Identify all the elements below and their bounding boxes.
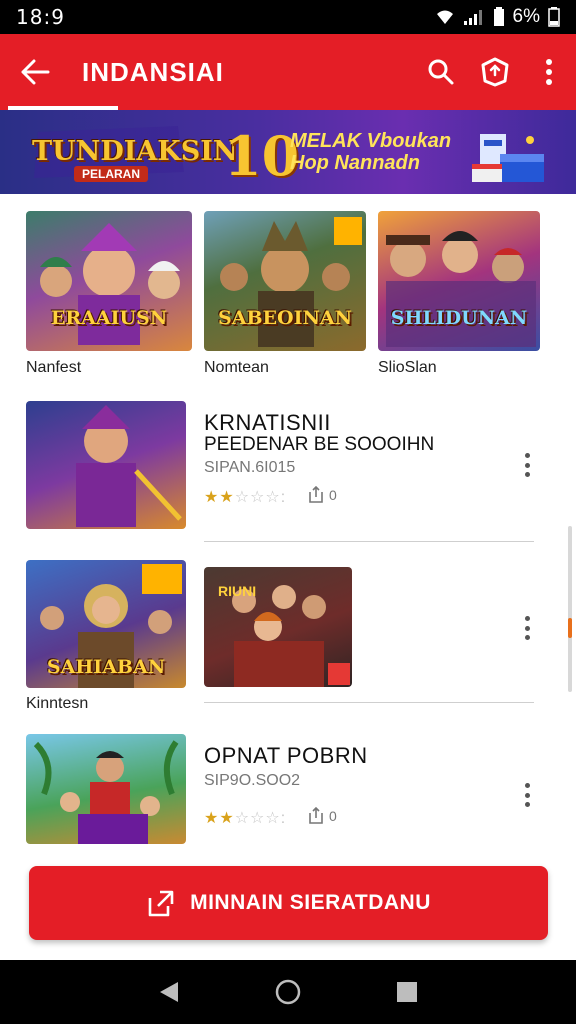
list-item-subtitle: PEEDENAR BE SOOOIHN [204,434,435,455]
system-nav-bar [0,960,576,1024]
share-count-label: 0 [329,487,337,503]
primary-cta-button[interactable]: MINNAIN SIERATDANU [29,866,548,940]
shield-icon [481,57,509,87]
share-count-label: 0 [329,808,337,824]
gift-box-icon [472,134,544,182]
signal-icon [463,10,482,25]
search-button[interactable] [414,42,468,102]
nav-back-button[interactable] [149,972,189,1012]
star-icon: ☆ [265,810,281,827]
triangle-back-icon [160,982,179,1002]
thumbnail-title: SAHIABAN [46,656,166,678]
list-item-thumbnail[interactable] [26,401,186,529]
page-title: INDANSIAI [82,56,224,87]
banner-promo-line2: Hop Nannadn [290,152,420,174]
star-icon: ☆ [265,489,281,506]
list-item-more-button[interactable] [517,447,537,483]
overflow-menu-button[interactable] [522,42,576,102]
grid-caption-3: SlioSlan [378,359,437,376]
nav-recent-button[interactable] [387,972,427,1012]
nav-home-button[interactable] [268,972,308,1012]
character-art [76,405,182,527]
star-icon: ☆ [234,489,251,506]
battery-icon [548,7,560,27]
star-icon: ☆ [250,810,266,827]
list-item-thumbnail-secondary[interactable]: RIUNI [204,567,352,687]
thumbnail-badge: RIUNI [218,583,257,599]
list-item-thumbnail[interactable]: SAHIABAN [26,560,186,688]
character-art [33,740,179,844]
star-icon: ★ [219,489,235,506]
grid-caption-1: Nanfest [26,359,82,376]
list-item-thumbnail[interactable] [26,734,186,844]
arrow-left-icon [21,59,50,85]
battery-small-icon [493,7,504,26]
status-bar: 18:9 6% [0,0,576,34]
star-icon: ★ [204,489,220,506]
thumbnail-title: ERAAIUSN [50,307,168,329]
banner-big-number: 10 [224,124,300,188]
list-item-meta: SIPAN.6I015 [204,459,296,476]
app-bar: INDANSIAI [0,34,576,110]
share-icon [309,807,323,824]
back-button[interactable] [0,34,70,110]
circle-home-icon [275,979,301,1005]
list-item-more-button[interactable] [517,610,537,646]
status-time: 18:9 [16,5,65,29]
star-icon: ★ [204,810,220,827]
list-item-caption: Kinntesn [26,695,89,712]
banner-promo-line1: MELAK Vboukan [290,130,452,152]
rating-stars: ★★☆☆☆: [204,489,287,506]
battery-percent: 6% [512,6,540,27]
divider [204,702,534,703]
share-count[interactable]: 0 [308,807,337,825]
divider [204,541,534,542]
banner-logo-sub: PELARAN [74,166,149,182]
account-button[interactable] [468,42,522,102]
scrollbar[interactable] [568,526,572,692]
list-item-meta: SIP9O.SOO2 [204,772,301,789]
star-icon: ☆ [250,489,266,506]
share-icon [309,486,323,503]
game-thumbnail-1[interactable]: ERAAIUSN [26,211,192,351]
rating-stars: ★★☆☆☆: [204,810,287,827]
wifi-icon [436,10,453,24]
star-icon: ★ [219,810,235,827]
scrollbar-thumb[interactable] [568,618,572,638]
list-item-more-button[interactable] [517,777,537,813]
list-item-title: KRNATISNII [204,410,331,435]
character-art [220,217,362,347]
square-recent-icon [396,982,417,1002]
thumbnail-title: SHLIDUNAN [390,307,528,329]
character-art [40,223,180,345]
bottom-action-area: MINNAIN SIERATDANU [0,850,576,960]
banner-logo: TUNDIAKSIN [32,136,238,167]
thumbnail-title: SABEOINAN [218,307,352,329]
character-art [386,231,536,347]
promo-banner[interactable]: TUNDIAKSIN PELARAN 10 MELAK Vboukan Hop … [0,110,576,194]
more-vert-icon [546,59,552,85]
star-icon: ☆ [234,810,251,827]
game-thumbnail-3[interactable]: SHLIDUNAN [378,211,540,351]
share-count[interactable]: 0 [308,486,337,504]
status-icons: 6% [435,6,560,28]
game-thumbnail-2[interactable]: SABEOINAN [204,211,366,351]
search-icon [428,59,454,85]
cta-label: MINNAIN SIERATDANU [190,891,431,914]
share-icon [148,890,174,917]
grid-caption-2: Nomtean [204,359,269,376]
list-item-title: OPNAT POBRN [204,743,368,768]
